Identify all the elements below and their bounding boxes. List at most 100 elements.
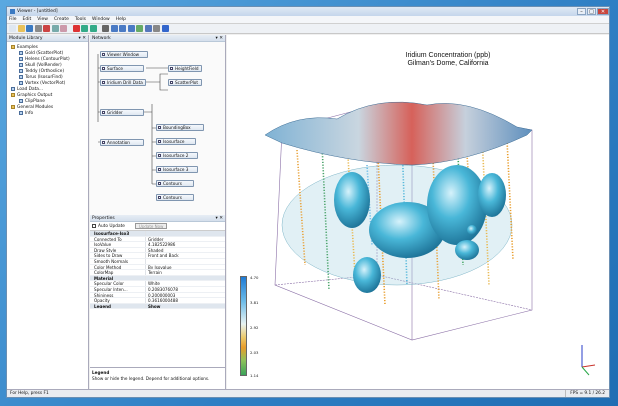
fps-readout: FPS = 9.1 / 26.2 [565,390,605,397]
camera-icon[interactable] [136,25,143,32]
module-icon [19,99,23,103]
property-value[interactable]: Show [146,304,225,309]
property-name: Connected To [90,236,146,242]
node-isosurface-2[interactable]: Isosurface 2 [156,152,198,159]
pin-icon[interactable]: ▾ ✕ [79,35,86,41]
property-value[interactable] [146,259,225,264]
open-icon[interactable] [17,25,25,32]
help-icon[interactable] [161,25,169,32]
3d-viewer[interactable]: Iridium Concentration (ppb) Gilman's Dom… [227,35,609,389]
pin-icon[interactable]: ▾ ✕ [216,215,223,221]
folder-icon [11,105,15,109]
status-bar: For Help, press F1 FPS = 9.1 / 26.2 [7,389,609,397]
paste-icon[interactable] [60,25,67,32]
module-icon [19,57,23,61]
rotate-icon[interactable] [119,25,126,32]
property-value[interactable]: 0.3616000488 [146,298,225,303]
property-name: Material [90,275,146,281]
property-name: Isosurface-Iso3 [90,231,146,236]
node-scatterplot[interactable]: ScatterPlot [168,79,202,86]
node-gridder[interactable]: Gridder [100,109,144,116]
module-icon [19,51,23,55]
property-value[interactable]: Terrain [146,270,225,275]
node-surface[interactable]: Surface [100,65,144,72]
tree-item-label: Graphics Output [17,92,53,98]
node-annotation[interactable]: Annotation [100,139,144,146]
pan-icon[interactable] [127,25,135,32]
redo-icon[interactable] [89,25,97,32]
save-icon[interactable] [26,25,33,32]
tree-item-label: Torus (IsosurFind) [25,74,63,80]
menu-view[interactable]: View [37,17,48,22]
view-icon[interactable] [144,25,152,32]
property-row[interactable]: Legend Show [90,303,225,310]
maximize-button[interactable]: □ [587,8,596,15]
copy-icon[interactable] [51,25,59,32]
property-value[interactable] [146,231,225,236]
node-iridium-drill-data[interactable]: Iridium Drill Data [100,79,146,86]
folder-icon [11,93,15,97]
3d-scene[interactable] [227,35,611,391]
property-name: Sides to Draw [90,253,146,258]
colorbar-label: 3.81 [250,300,259,305]
menu-window[interactable]: Window [92,17,110,22]
node-viewer-window[interactable]: Viewer Window [100,51,148,58]
new-icon[interactable] [9,25,16,32]
pointer-icon[interactable] [102,25,109,32]
menu-edit[interactable]: Edit [23,17,32,22]
node-contours-2[interactable]: Contours [156,194,194,201]
property-value[interactable]: 0.2083076078 [146,287,225,292]
menu-file[interactable]: File [9,17,17,22]
node-isosurface-3[interactable]: Isosurface 3 [156,166,198,173]
module-library-panel: Module Library ▾ ✕ Examples Gold (Scatter… [7,35,89,389]
module-tree: Examples Gold (ScatterPlot) Helens (Contou… [7,42,88,118]
print-icon[interactable] [34,25,42,32]
property-name: Opacity [90,298,146,303]
axis-triad [581,345,596,376]
property-value[interactable]: Front and Back [146,253,225,258]
menu-create[interactable]: Create [54,17,69,22]
network-title: Network [92,36,111,41]
tree-item[interactable]: Info [9,110,86,116]
node-isosurface[interactable]: Isosurface [156,138,196,145]
property-value[interactable]: White [146,281,225,286]
zoom-icon[interactable] [110,25,118,32]
height-field-surface [264,101,533,166]
node-boundingbox[interactable]: BoundingBox [156,124,204,131]
network-editor[interactable]: Viewer Window Surface HeightField Iridiu… [90,42,225,222]
property-value[interactable]: By Isovalue [146,265,225,270]
property-name: ColorMap [90,270,146,275]
property-value[interactable]: 4.182522986 [146,242,225,247]
property-value[interactable]: 0.200000003 [146,293,225,298]
update-now-button[interactable]: Update Now [134,223,168,229]
node-heightfield[interactable]: HeightField [168,65,202,72]
property-name: Smooth Normals [90,258,146,264]
status-text: For Help, press F1 [10,391,49,396]
app-icon [10,9,15,14]
tree-item-label: Helens (ContourPlot) [25,56,70,62]
menu-bar: File Edit View Create Tools Window Help [7,16,609,24]
property-name: Specular Color [90,281,146,286]
menu-help[interactable]: Help [116,17,126,22]
tree-item-label: Teddy (Orthoslice) [25,68,65,74]
settings-icon[interactable] [153,25,160,32]
module-icon [11,87,15,91]
colorbar-label: 4.70 [250,275,259,280]
property-value[interactable]: Gridder [146,237,225,242]
close-button[interactable]: ✕ [597,8,609,15]
application-window: Viewer - [untitled] – □ ✕ File Edit View… [6,6,610,398]
viewer-title-line1: Iridium Concentration (ppb) [405,52,491,59]
undo-icon[interactable] [81,25,88,32]
minimize-button[interactable]: – [577,8,586,15]
property-value[interactable] [146,276,225,281]
tree-item-label: Load Data... [17,86,44,92]
pin-icon[interactable]: ▾ ✕ [216,35,223,41]
property-value[interactable]: Shaded [146,248,225,253]
cut-icon[interactable] [43,25,50,32]
auto-update-checkbox[interactable] [92,224,96,228]
menu-tools[interactable]: Tools [75,17,86,22]
node-contours-1[interactable]: Contours [156,180,194,187]
delete-icon[interactable] [72,25,80,32]
module-icon [19,63,23,67]
network-properties-panel: Network ▾ ✕ Viewer Window Surface Height… [90,35,226,389]
